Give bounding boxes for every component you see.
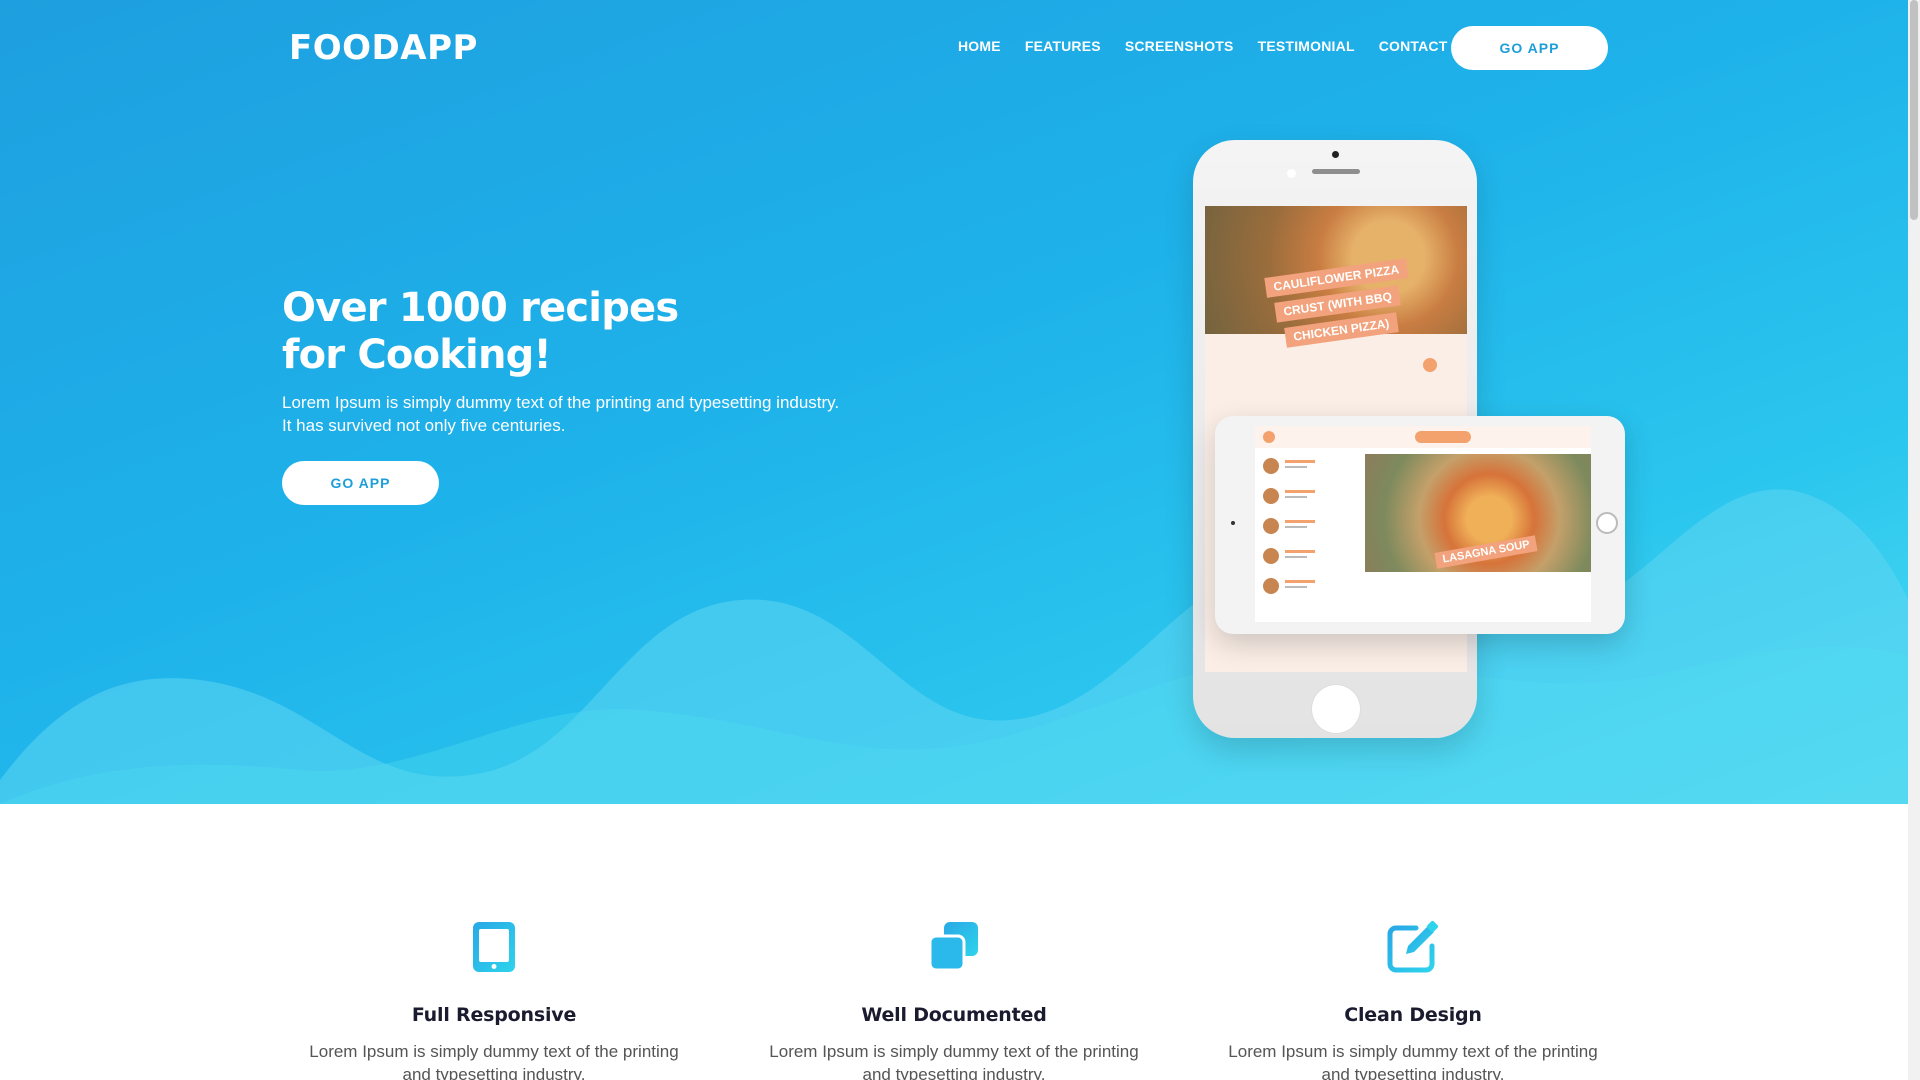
scrollbar-thumb[interactable]: [1910, 0, 1918, 220]
tablet-mockup: LASAGNA SOUP: [1215, 416, 1625, 634]
feature-well-documented: Well Documented Lorem Ipsum is simply du…: [744, 920, 1164, 1080]
feature-full-responsive: Full Responsive Lorem Ipsum is simply du…: [284, 920, 704, 1080]
edit-icon: [1387, 920, 1439, 973]
line: [1285, 496, 1307, 498]
line: [1285, 550, 1315, 553]
hero-description-line1: Lorem Ipsum is simply dummy text of the …: [282, 393, 840, 412]
hero-description-line2: It has survived not only five centuries.: [282, 416, 566, 435]
hero-title: Over 1000 recipes for Cooking!: [282, 285, 842, 379]
nav-item-screenshots[interactable]: SCREENSHOTS: [1125, 38, 1234, 54]
nav-item-contact[interactable]: CONTACT: [1379, 38, 1448, 54]
line: [1285, 466, 1307, 468]
nav-item-home[interactable]: HOME: [958, 38, 1001, 54]
hero-go-app-button[interactable]: GO APP: [282, 461, 439, 505]
pizza-image: CAULIFLOWER PIZZA CRUST (WITH BBQ CHICKE…: [1205, 206, 1467, 348]
feature-clean-design: Clean Design Lorem Ipsum is simply dummy…: [1203, 920, 1623, 1080]
tablet-app-logo: [1263, 431, 1275, 443]
line: [1285, 520, 1315, 523]
header-go-app-button[interactable]: GO APP: [1451, 26, 1608, 70]
phone-home-button: [1312, 685, 1360, 733]
phone-speaker: [1312, 169, 1360, 174]
feature-text-line1: Lorem Ipsum is simply dummy text of the …: [1228, 1042, 1598, 1061]
feature-text-line1: Lorem Ipsum is simply dummy text of the …: [769, 1042, 1139, 1061]
line: [1285, 490, 1315, 493]
line: [1285, 580, 1315, 583]
list-item: [1263, 546, 1353, 564]
dish-thumb: [1263, 578, 1279, 594]
phone-sensor: [1287, 169, 1296, 178]
feature-text-line1: Lorem Ipsum is simply dummy text of the …: [309, 1042, 679, 1061]
line: [1285, 556, 1307, 558]
hero-section: FOODAPP HOME FEATURES SCREENSHOTS TESTIM…: [0, 0, 1908, 804]
tablet-icon: [473, 922, 515, 972]
list-item: [1263, 576, 1353, 594]
dish-thumb: [1263, 488, 1279, 504]
list-item: [1263, 456, 1353, 474]
nav-item-testimonial[interactable]: TESTIMONIAL: [1258, 38, 1355, 54]
hero-title-line1: Over 1000 recipes: [282, 285, 679, 331]
feature-title: Clean Design: [1344, 1004, 1482, 1026]
tablet-home-button: [1596, 512, 1618, 534]
hero-title-line2: for Cooking!: [282, 332, 552, 378]
feature-text: Lorem Ipsum is simply dummy text of the …: [754, 1040, 1154, 1080]
line: [1285, 526, 1307, 528]
feature-text: Lorem Ipsum is simply dummy text of the …: [1213, 1040, 1613, 1080]
nav-item-features[interactable]: FEATURES: [1025, 38, 1101, 54]
tablet-camera: [1231, 521, 1235, 525]
page-scrollbar[interactable]: [1908, 0, 1920, 1080]
copy-icon: [928, 922, 978, 972]
feature-title: Well Documented: [861, 1004, 1047, 1026]
tablet-recipe-list: [1255, 448, 1357, 622]
main-nav: HOME FEATURES SCREENSHOTS TESTIMONIAL CO…: [958, 38, 1448, 54]
line: [1285, 460, 1315, 463]
feature-title: Full Responsive: [411, 1004, 577, 1026]
line: [1285, 586, 1307, 588]
brand-logo[interactable]: FOODAPP: [289, 28, 478, 68]
feature-text-line2: and typesetting industry.: [402, 1065, 586, 1080]
dish-thumb: [1263, 548, 1279, 564]
dish-thumb: [1263, 518, 1279, 534]
phone-camera: [1332, 151, 1339, 158]
hero-description: Lorem Ipsum is simply dummy text of the …: [282, 391, 902, 437]
list-item: [1263, 516, 1353, 534]
feature-text: Lorem Ipsum is simply dummy text of the …: [294, 1040, 694, 1080]
list-item: [1263, 486, 1353, 504]
feature-text-line2: and typesetting industry.: [1321, 1065, 1505, 1080]
dish-thumb: [1263, 458, 1279, 474]
tablet-search-pill: [1415, 431, 1471, 443]
phone-meta-dot: [1423, 358, 1437, 372]
tablet-app-header: [1255, 426, 1591, 448]
feature-text-line2: and typesetting industry.: [862, 1065, 1046, 1080]
tablet-screen: LASAGNA SOUP: [1255, 426, 1591, 622]
